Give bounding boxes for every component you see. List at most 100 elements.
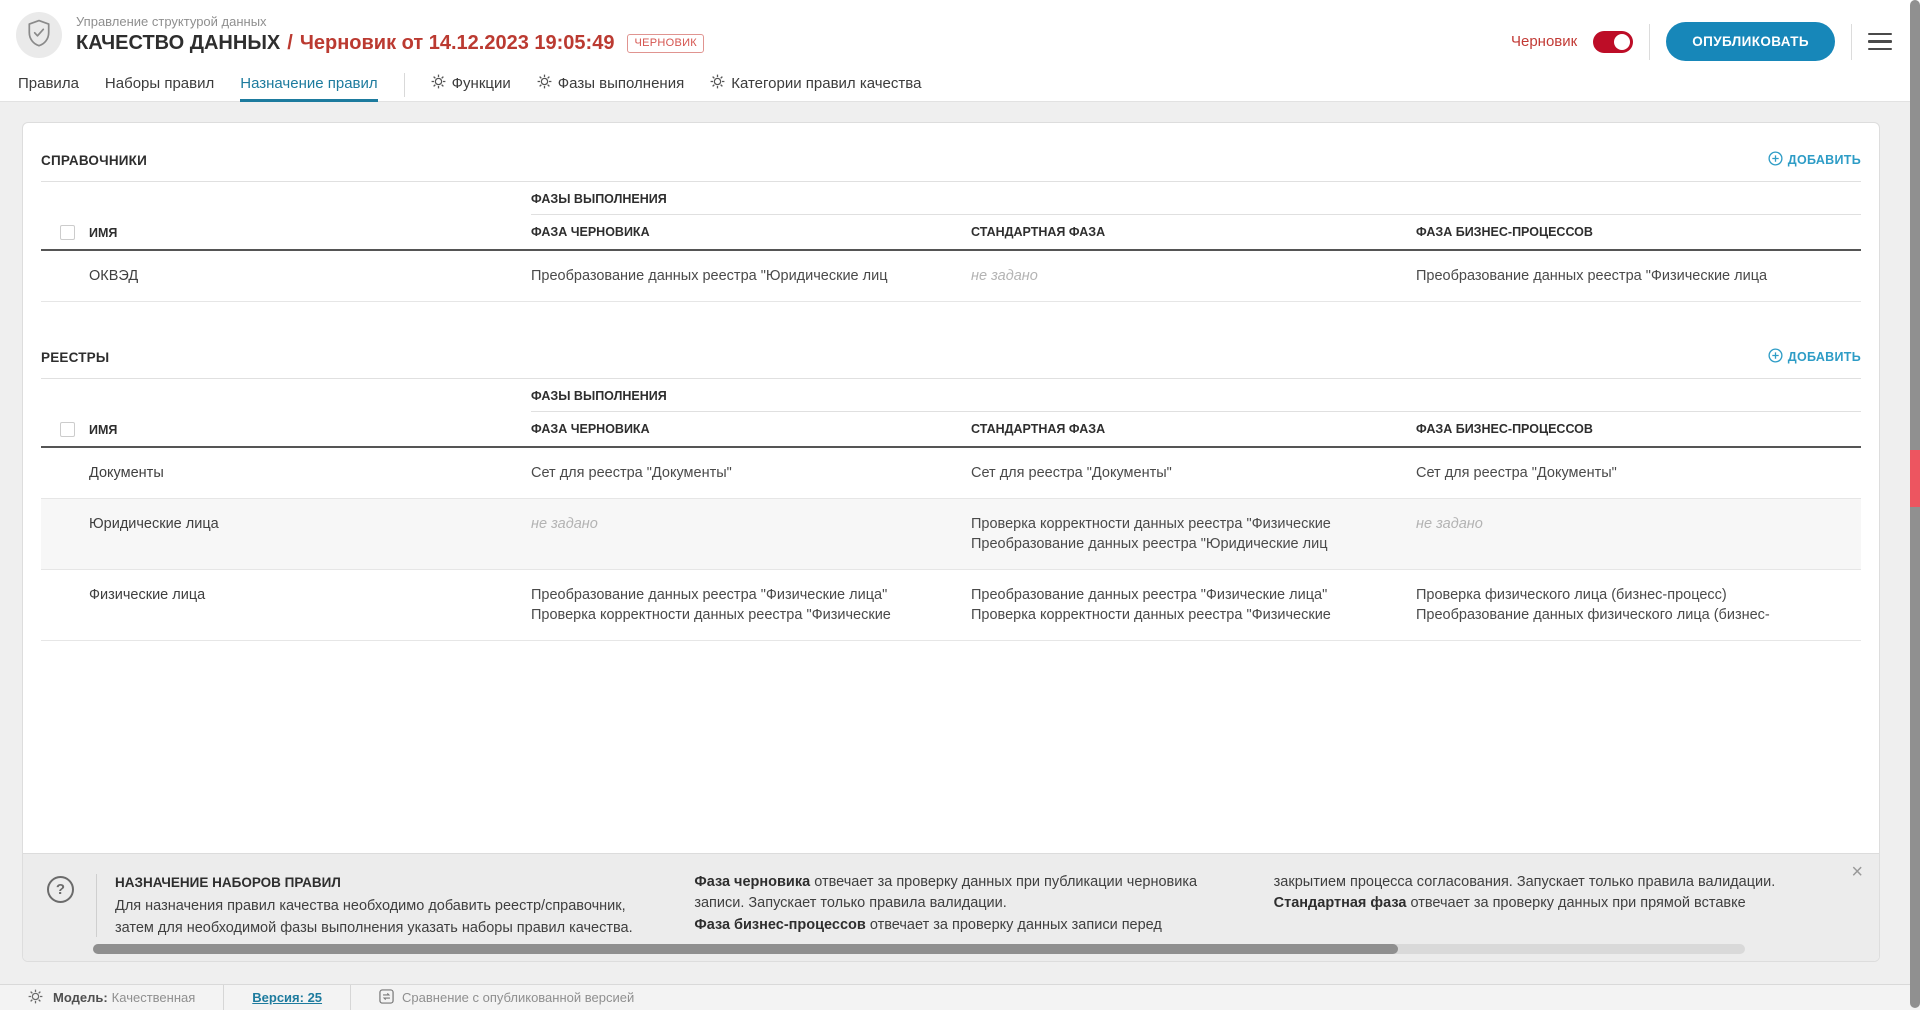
app-subtitle: Управление структурой данных xyxy=(76,14,704,29)
info-text: Стандартная фаза отвечает за проверку да… xyxy=(1274,893,1809,915)
standard-phase-cell: Проверка корректности данных реестра "Фи… xyxy=(971,514,1402,534)
panel-divider xyxy=(96,874,97,938)
shield-check-icon xyxy=(26,19,52,52)
standard-phase-cell: Проверка корректности данных реестра "Фи… xyxy=(971,605,1402,625)
tab-label: Функции xyxy=(452,75,511,92)
app-logo xyxy=(16,12,62,58)
info-text: Фаза бизнес-процессов отвечает за провер… xyxy=(694,915,1229,937)
row-name: Документы xyxy=(41,448,531,498)
publish-button[interactable]: ОПУБЛИКОВАТЬ xyxy=(1666,22,1835,61)
tab-quality-rule-categories[interactable]: Категории правил качества xyxy=(710,74,921,101)
main-content-card: СПРАВОЧНИКИ ДОБАВИТЬ ФАЗЫ ВЫПОЛНЕНИЯ ИМЯ… xyxy=(22,122,1880,962)
version-link[interactable]: Версия: 25 xyxy=(252,990,322,1005)
table-row-dokumenty[interactable]: Документы Сет для реестра "Документы" Се… xyxy=(41,448,1861,499)
footer-divider xyxy=(350,985,351,1010)
draft-phase-cell: не задано xyxy=(531,514,957,534)
add-button-reestry[interactable]: ДОБАВИТЬ xyxy=(1768,348,1861,366)
title-separator: / xyxy=(287,32,293,55)
select-all-checkbox[interactable] xyxy=(60,422,75,437)
page-title: КАЧЕСТВО ДАННЫХ xyxy=(76,32,280,55)
standard-phase-cell: не задано xyxy=(971,266,1402,286)
row-name: ОКВЭД xyxy=(41,251,531,301)
column-header-standard-phase: СТАНДАРТНАЯ ФАЗА xyxy=(971,215,1416,249)
horizontal-scrollbar[interactable] xyxy=(93,944,1745,954)
draft-status-badge: ЧЕРНОВИК xyxy=(627,34,704,53)
help-icon: ? xyxy=(47,876,74,903)
footer-divider xyxy=(223,985,224,1010)
section-spravochniki: СПРАВОЧНИКИ ДОБАВИТЬ ФАЗЫ ВЫПОЛНЕНИЯ ИМЯ… xyxy=(23,123,1879,302)
info-text: Для назначения правил качества необходим… xyxy=(115,896,650,939)
scrollbar-thumb[interactable] xyxy=(93,944,1398,954)
info-text: закрытием процесса согласования. Запуска… xyxy=(1274,872,1809,894)
tab-execution-phases[interactable]: Фазы выполнения xyxy=(537,74,684,101)
tab-rule-sets[interactable]: Наборы правил xyxy=(105,75,214,101)
compare-icon xyxy=(379,989,394,1007)
info-column-1: НАЗНАЧЕНИЕ НАБОРОВ ПРАВИЛ Для назначения… xyxy=(115,872,650,940)
scrollbar-change-marker xyxy=(1910,450,1920,507)
draft-version-info: Черновик от 14.12.2023 19:05:49 xyxy=(300,32,615,55)
business-phase-cell: Проверка физического лица (бизнес-процес… xyxy=(1416,585,1847,605)
business-phase-cell: Преобразование данных реестра "Физически… xyxy=(1416,266,1847,286)
row-name: Физические лица xyxy=(41,570,531,640)
column-header-name: ИМЯ xyxy=(89,226,117,240)
gear-icon xyxy=(431,74,446,92)
business-phase-cell: Преобразование данных физического лица (… xyxy=(1416,605,1847,625)
standard-phase-cell: Преобразование данных реестра "Физически… xyxy=(971,585,1402,605)
column-header-business-phase: ФАЗА БИЗНЕС-ПРОЦЕССОВ xyxy=(1416,412,1861,446)
draft-phase-cell: Преобразование данных реестра "Юридическ… xyxy=(531,266,957,286)
help-info-panel: ? НАЗНАЧЕНИЕ НАБОРОВ ПРАВИЛ Для назначен… xyxy=(23,853,1879,962)
business-phase-cell: Сет для реестра "Документы" xyxy=(1416,463,1847,483)
draft-toggle-label: Черновик xyxy=(1511,33,1577,50)
column-header-draft-phase: ФАЗА ЧЕРНОВИКА xyxy=(531,412,971,446)
compare-versions-button[interactable]: Сравнение с опубликованной версией xyxy=(379,989,634,1007)
compare-label: Сравнение с опубликованной версией xyxy=(402,990,634,1005)
standard-phase-cell: Преобразование данных реестра "Юридическ… xyxy=(971,534,1402,554)
toggle-knob xyxy=(1614,34,1630,50)
group-header-execution-phases: ФАЗЫ ВЫПОЛНЕНИЯ xyxy=(531,182,1861,215)
add-button-label: ДОБАВИТЬ xyxy=(1788,350,1861,364)
column-header-business-phase: ФАЗА БИЗНЕС-ПРОЦЕССОВ xyxy=(1416,215,1861,249)
group-header-execution-phases: ФАЗЫ ВЫПОЛНЕНИЯ xyxy=(531,379,1861,412)
table-row-fizicheskie-litsa[interactable]: Физические лица Преобразование данных ре… xyxy=(41,570,1861,641)
business-phase-cell: не задано xyxy=(1416,514,1847,534)
draft-phase-cell: Проверка корректности данных реестра "Фи… xyxy=(531,605,957,625)
table-row-okved[interactable]: ОКВЭД Преобразование данных реестра "Юри… xyxy=(41,251,1861,302)
standard-phase-cell: Сет для реестра "Документы" xyxy=(971,463,1402,483)
column-header-name: ИМЯ xyxy=(89,423,117,437)
info-panel-title: НАЗНАЧЕНИЕ НАБОРОВ ПРАВИЛ xyxy=(115,872,650,894)
draft-phase-cell: Преобразование данных реестра "Физически… xyxy=(531,585,957,605)
tab-rules[interactable]: Правила xyxy=(18,75,79,101)
model-value: Качественная xyxy=(112,990,196,1005)
tab-functions[interactable]: Функции xyxy=(431,74,511,101)
gear-icon xyxy=(28,989,43,1007)
draft-toggle[interactable] xyxy=(1593,31,1633,53)
tab-rule-assignment[interactable]: Назначение правил xyxy=(240,75,377,101)
gear-icon xyxy=(537,74,552,92)
header-divider xyxy=(1649,24,1650,60)
header-divider xyxy=(1851,24,1852,60)
info-column-3: закрытием процесса согласования. Запуска… xyxy=(1274,872,1809,940)
table-row-yuridicheskie-litsa[interactable]: Юридические лица не задано Проверка корр… xyxy=(41,499,1861,570)
plus-circle-icon xyxy=(1768,151,1783,169)
close-icon[interactable]: × xyxy=(1851,862,1863,882)
tab-bar: Правила Наборы правил Назначение правил … xyxy=(0,80,1920,102)
menu-icon[interactable] xyxy=(1868,29,1892,55)
section-title: РЕЕСТРЫ xyxy=(41,350,109,365)
add-button-spravochniki[interactable]: ДОБАВИТЬ xyxy=(1768,151,1861,169)
info-column-2: Фаза черновика отвечает за проверку данн… xyxy=(694,872,1229,940)
draft-phase-cell: Сет для реестра "Документы" xyxy=(531,463,957,483)
info-text: Фаза черновика отвечает за проверку данн… xyxy=(694,872,1229,915)
tab-label: Фазы выполнения xyxy=(558,75,684,92)
select-all-checkbox[interactable] xyxy=(60,225,75,240)
section-reestry: РЕЕСТРЫ ДОБАВИТЬ ФАЗЫ ВЫПОЛНЕНИЯ ИМЯ ФАЗ… xyxy=(23,320,1879,641)
tab-divider xyxy=(404,73,405,97)
plus-circle-icon xyxy=(1768,348,1783,366)
column-header-draft-phase: ФАЗА ЧЕРНОВИКА xyxy=(531,215,971,249)
model-label: Модель: xyxy=(53,990,108,1005)
row-name: Юридические лица xyxy=(41,499,531,569)
column-header-standard-phase: СТАНДАРТНАЯ ФАЗА xyxy=(971,412,1416,446)
vertical-scrollbar[interactable] xyxy=(1910,0,1920,1010)
section-title: СПРАВОЧНИКИ xyxy=(41,153,147,168)
status-bar: Модель: Качественная Версия: 25 Сравнени… xyxy=(0,984,1920,1010)
gear-icon xyxy=(710,74,725,92)
